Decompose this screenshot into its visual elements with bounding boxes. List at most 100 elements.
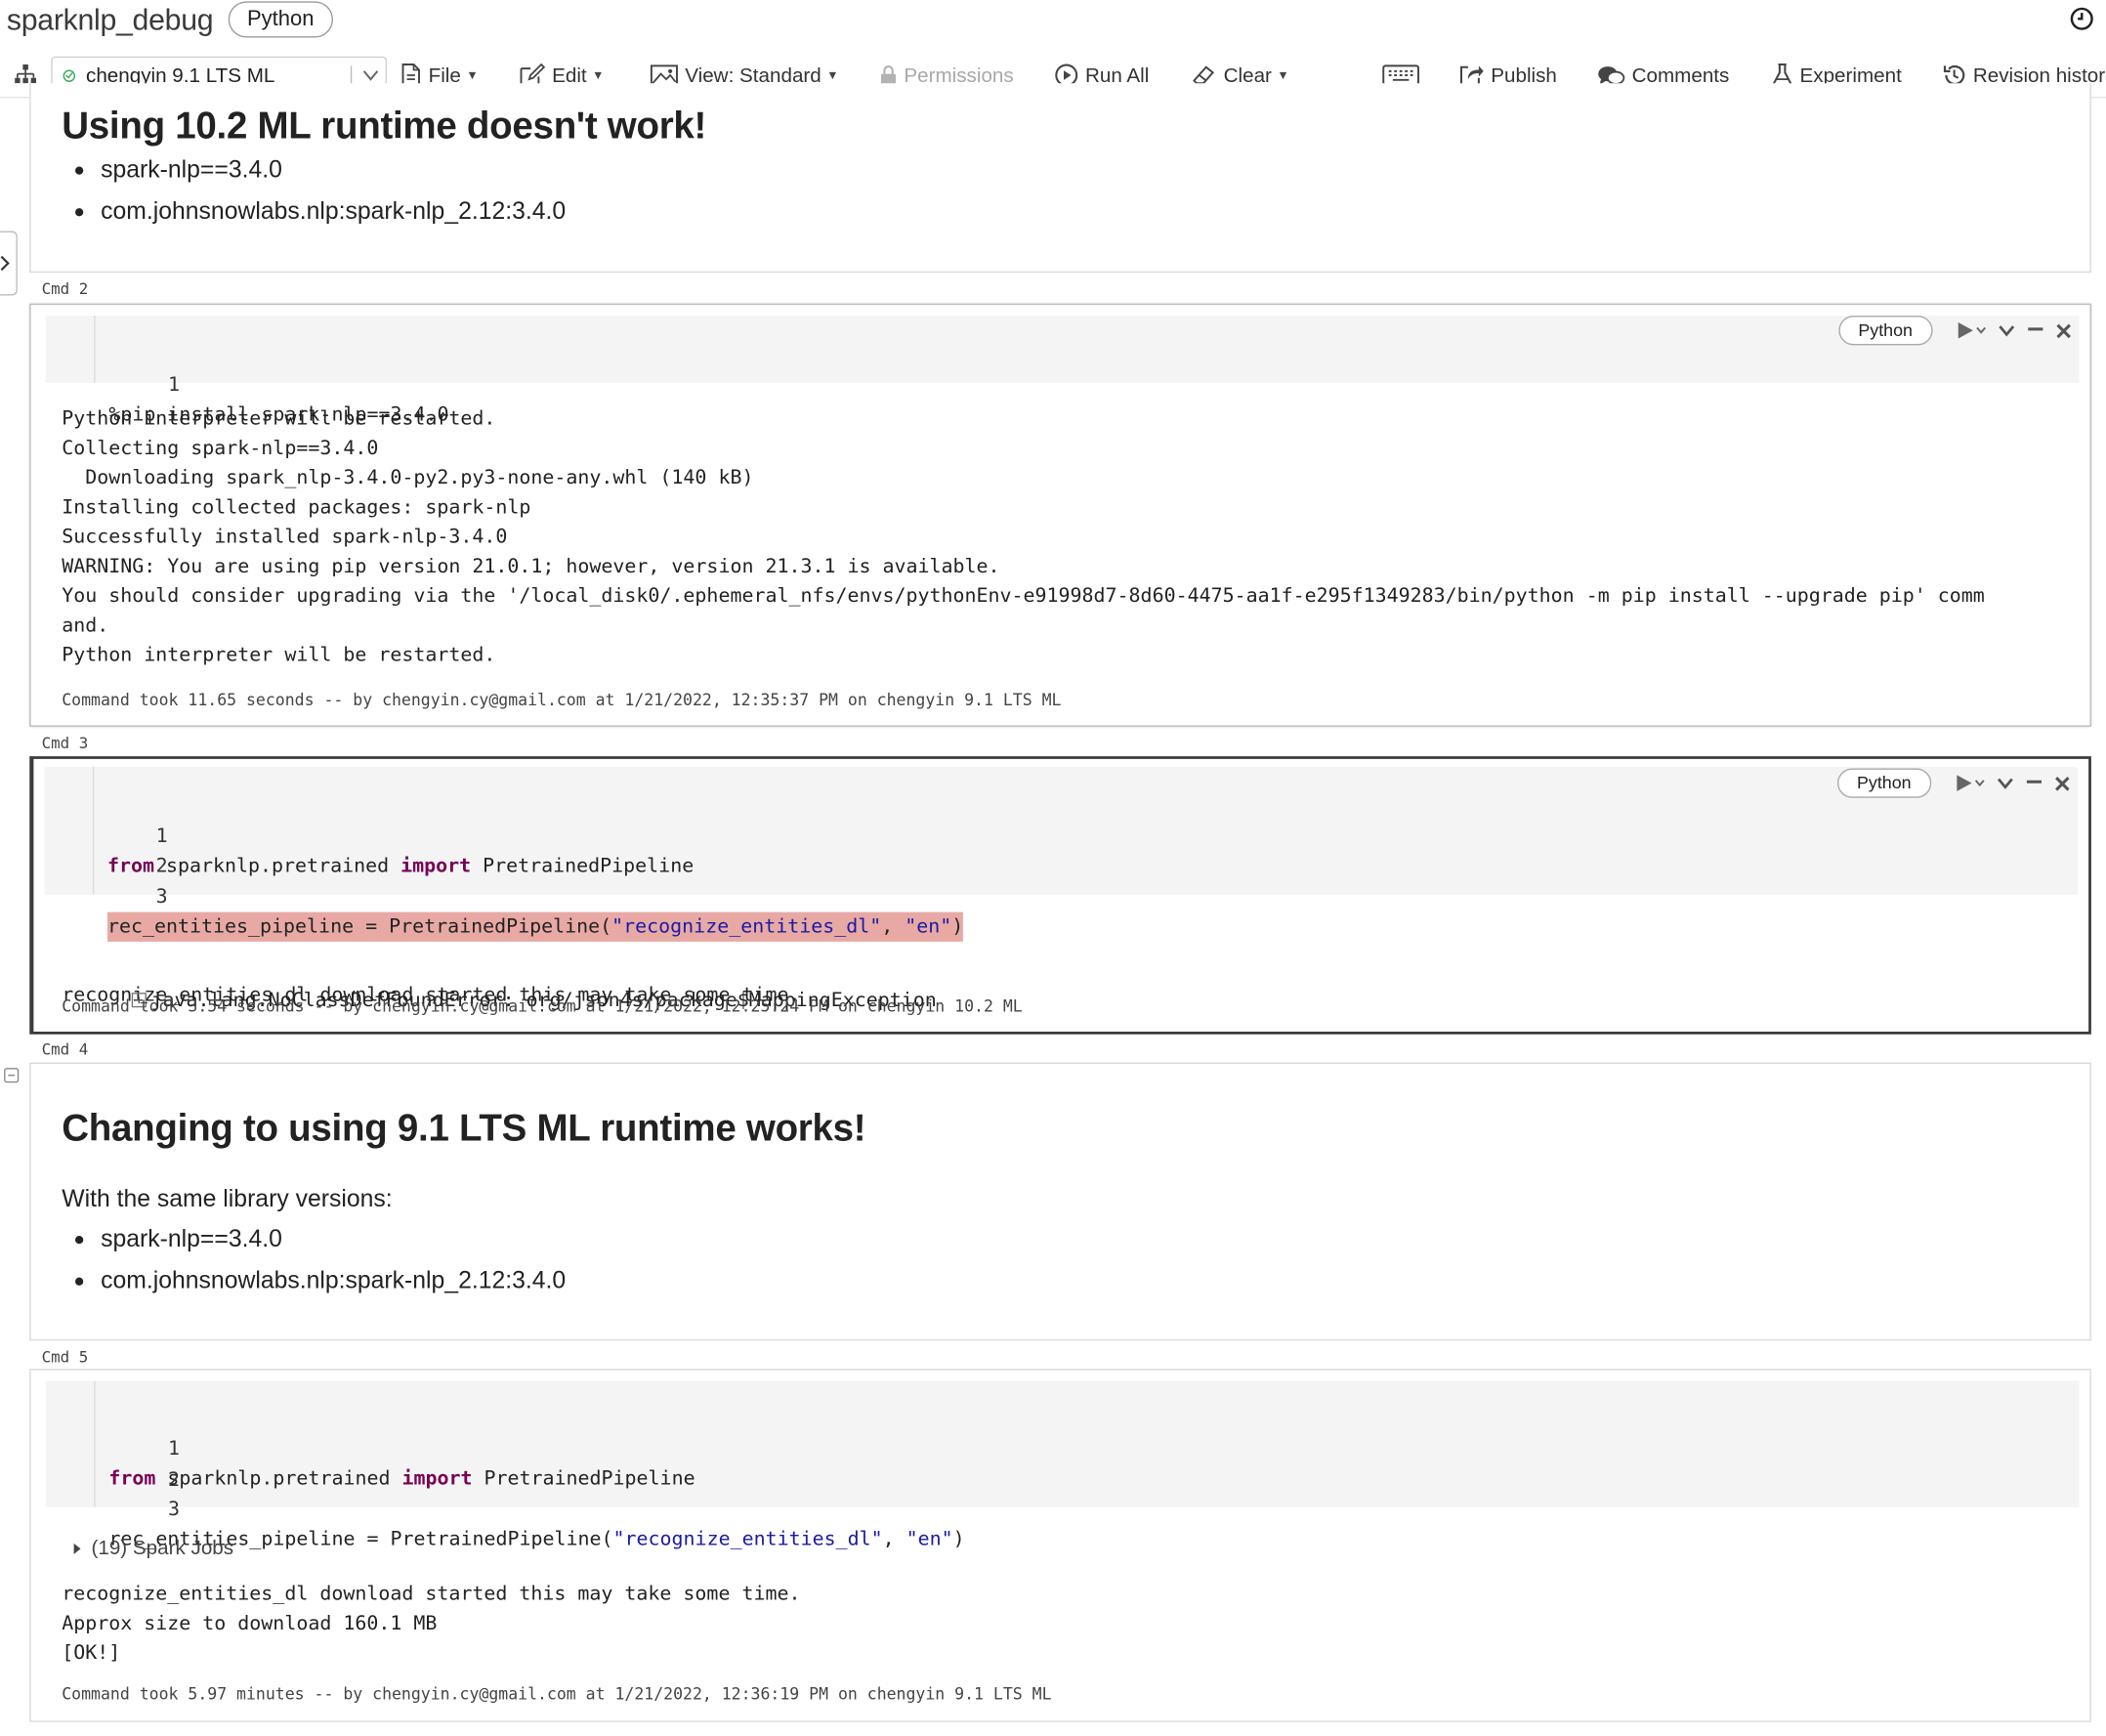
code-line: 2: [44, 823, 168, 877]
bullet-list: spark-nlp==3.4.0 com.johnsnowlabs.nlp:sp…: [62, 149, 566, 233]
code-text: PretrainedPipeline: [471, 855, 695, 877]
clock-icon[interactable]: [2070, 7, 2094, 31]
code-keyword: import: [401, 1467, 473, 1490]
cell-heading: Changing to using 9.1 LTS ML runtime wor…: [62, 1107, 866, 1149]
code-text: PretrainedPipeline: [472, 1467, 695, 1490]
cmd-label: Cmd 5: [41, 1347, 89, 1367]
spark-jobs-toggle[interactable]: (19) Spark Jobs: [73, 1537, 234, 1560]
notebook-window: sparknlp_debug Python chengyin 9.1 LTS M…: [0, 0, 2106, 1736]
list-item: com.johnsnowlabs.nlp:spark-nlp_2.12:3.4.…: [62, 191, 566, 233]
command-metadata: Command took 11.65 seconds -- by chengyi…: [62, 690, 1062, 709]
code-cell-5[interactable]: 1 from sparknlp.pretrained import Pretra…: [29, 1369, 2091, 1722]
chevron-down-icon: [362, 70, 379, 81]
cmd-label: Cmd 3: [41, 733, 89, 752]
play-icon: [1957, 775, 1985, 791]
cell-paragraph: With the same library versions:: [62, 1184, 393, 1212]
output-line: Python interpreter will be restarted.: [62, 408, 496, 430]
notebook-language-badge[interactable]: Python: [228, 1, 333, 38]
line-number: 2: [168, 1469, 181, 1492]
cell-menu-button[interactable]: [1996, 774, 2014, 792]
title-bar: sparknlp_debug Python: [0, 0, 2106, 46]
markdown-cell-1[interactable]: Using 10.2 ML runtime doesn't work! spar…: [29, 83, 2091, 274]
cmd-label: Cmd 4: [41, 1039, 89, 1059]
cell-language-badge[interactable]: Python: [1837, 316, 1933, 346]
line-number: 1: [168, 1438, 181, 1461]
close-icon: [2055, 776, 2070, 790]
triangle-right-icon: [73, 1543, 81, 1554]
minimize-cell-button[interactable]: [2027, 321, 2044, 340]
code-line: 3 rec_entities_pipeline = PretrainedPipe…: [44, 853, 964, 942]
cmd-label: Cmd 2: [41, 279, 89, 299]
chevron-right-icon: [0, 255, 10, 272]
cell-toolbar: Python: [1837, 316, 2073, 346]
spark-jobs-label: (19) Spark Jobs: [91, 1537, 234, 1560]
cluster-status-icon: [63, 69, 75, 82]
code-line: 1 from sparknlp.pretrained import Pretra…: [44, 792, 694, 877]
run-cell-button[interactable]: [1957, 321, 1986, 340]
cell-output: recognize_entities_dl download started t…: [62, 1580, 800, 1669]
line-number: 3: [168, 1499, 181, 1521]
output-line: [OK!]: [62, 1642, 121, 1665]
caret-down-icon: ▼: [826, 68, 839, 82]
line-number: 1: [155, 826, 168, 848]
output-line: Installing collected packages: spark-nlp: [62, 496, 531, 519]
bullet-list: spark-nlp==3.4.0 com.johnsnowlabs.nlp:sp…: [62, 1218, 566, 1301]
run-cell-button[interactable]: [1956, 774, 1985, 792]
notebook-title[interactable]: sparknlp_debug: [7, 3, 214, 38]
code-text: ): [952, 1528, 965, 1550]
markdown-cell-4[interactable]: Changing to using 9.1 LTS ML runtime wor…: [29, 1062, 2091, 1341]
code-editor[interactable]: 1 from sparknlp.pretrained import Pretra…: [45, 1380, 2080, 1550]
delete-cell-button[interactable]: [2053, 775, 2071, 792]
code-text: sparknlp.pretrained: [154, 855, 401, 877]
code-editor[interactable]: 1 from sparknlp.pretrained import Pretra…: [44, 767, 2079, 942]
cell-language-badge[interactable]: Python: [1836, 768, 1932, 798]
minus-icon: [2026, 780, 2042, 783]
minimize-cell-button[interactable]: [2026, 774, 2043, 792]
list-item: spark-nlp==3.4.0: [62, 1218, 566, 1260]
caret-down-icon: ▼: [1277, 68, 1289, 82]
output-line: Successfully installed spark-nlp-3.4.0: [62, 527, 508, 548]
command-metadata: Command took 3.54 seconds -- by chengyin…: [62, 996, 1023, 1016]
list-item: spark-nlp==3.4.0: [62, 149, 566, 191]
output-line: Downloading spark_nlp-3.4.0-py2.py3-none…: [62, 467, 754, 489]
line-number: 2: [155, 855, 168, 877]
caret-down-icon: ▼: [592, 68, 605, 82]
code-cell-2[interactable]: 1 %pip install spark-nlp==3.4.0 Python P…: [29, 303, 2091, 727]
collapse-cell-icon[interactable]: [4, 1068, 20, 1083]
minus-icon: [2028, 327, 2043, 331]
sidebar-toggle[interactable]: [0, 231, 18, 296]
code-string: "en": [905, 915, 952, 938]
code-cell-3[interactable]: 1 from sparknlp.pretrained import Pretra…: [29, 756, 2091, 1035]
code-text: ,: [881, 915, 906, 938]
code-string: "en": [906, 1528, 953, 1550]
cell-toolbar: Python: [1836, 768, 2071, 798]
play-icon: [1958, 322, 1986, 339]
code-line: 2: [46, 1436, 180, 1491]
chevron-down-icon: [1999, 325, 2015, 337]
code-keyword: import: [400, 855, 472, 877]
list-item: com.johnsnowlabs.nlp:spark-nlp_2.12:3.4.…: [62, 1260, 566, 1302]
output-line: and.: [62, 614, 109, 637]
code-text: sparknlp.pretrained: [155, 1467, 402, 1490]
output-line: WARNING: You are using pip version 21.0.…: [62, 556, 1000, 578]
code-editor[interactable]: 1 %pip install spark-nlp==3.4.0: [45, 316, 2080, 426]
chevron-down-icon: [1997, 778, 2013, 789]
command-metadata: Command took 5.97 minutes -- by chengyin…: [62, 1684, 1052, 1704]
cell-output: Python interpreter will be restarted. Col…: [62, 404, 1985, 670]
caret-down-icon: ▼: [466, 68, 479, 82]
output-line: recognize_entities_dl download started t…: [62, 1584, 801, 1606]
delete-cell-button[interactable]: [2055, 321, 2073, 339]
cell-menu-button[interactable]: [1998, 321, 2016, 340]
output-line: Collecting spark-nlp==3.4.0: [62, 438, 379, 460]
code-text: ,: [882, 1528, 906, 1550]
code-line: 1 from sparknlp.pretrained import Pretra…: [46, 1405, 695, 1490]
line-number: 3: [155, 886, 168, 909]
close-icon: [2056, 322, 2071, 338]
output-line: Approx size to download 160.1 MB: [62, 1613, 438, 1635]
code-line: 1 %pip install spark-nlp==3.4.0: [46, 341, 448, 426]
output-line: Python interpreter will be restarted.: [62, 645, 496, 666]
code-string: "recognize_entities_dl": [612, 1528, 883, 1550]
cluster-tree-icon[interactable]: [15, 64, 37, 84]
code-text: ): [951, 915, 964, 938]
code-line: 3 rec_entities_pipeline = PretrainedPipe…: [46, 1465, 964, 1550]
